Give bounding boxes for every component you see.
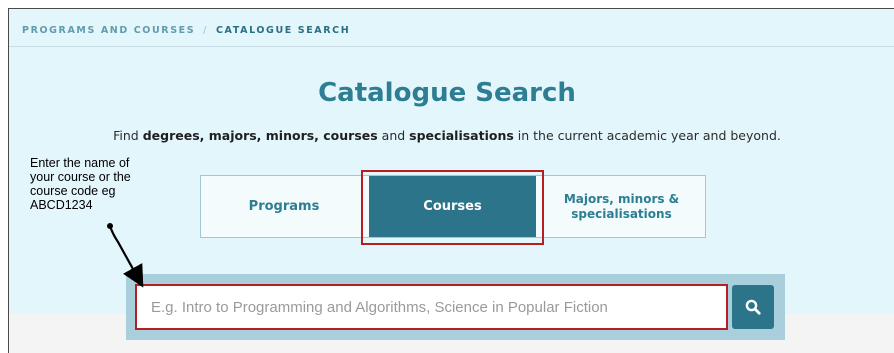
search-button[interactable] (732, 285, 774, 329)
page-subtitle: Find degrees, majors, minors, courses an… (113, 128, 781, 143)
breadcrumb-separator: / (203, 25, 208, 36)
search-type-tabs: Programs Courses Majors, minors & specia… (200, 175, 706, 238)
search-icon (745, 299, 761, 315)
tab-courses[interactable]: Courses (369, 176, 536, 237)
instruction-annotation: Enter the name of your course or the cou… (30, 156, 131, 212)
page-title: Catalogue Search (318, 78, 576, 108)
tab-programs[interactable]: Programs (201, 176, 367, 237)
catalogue-search-input[interactable] (135, 284, 728, 330)
breadcrumb-item-catalogue-search: CATALOGUE SEARCH (215, 25, 351, 36)
breadcrumb-item-programs-and-courses[interactable]: PROGRAMS AND COURSES (22, 25, 195, 36)
breadcrumb-bar: PROGRAMS AND COURSES / CATALOGUE SEARCH (9, 9, 894, 47)
breadcrumb: PROGRAMS AND COURSES / CATALOGUE SEARCH (22, 25, 350, 36)
tab-majors-minors-specialisations[interactable]: Majors, minors & specialisations (538, 176, 705, 237)
